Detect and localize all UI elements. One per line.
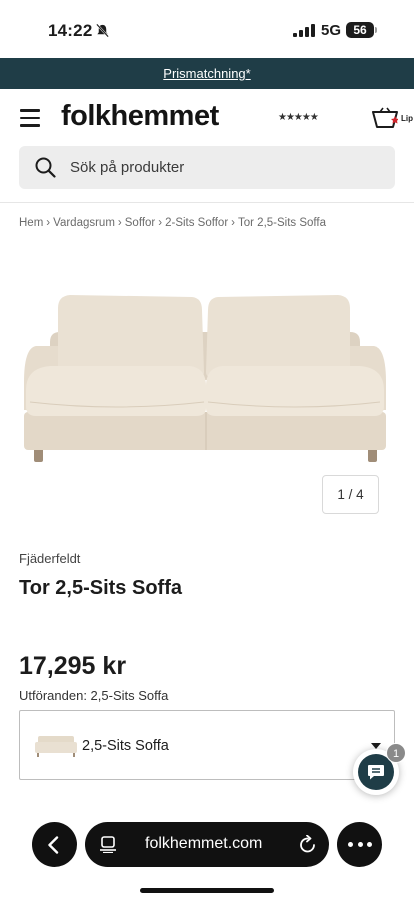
product-image[interactable] (20, 290, 390, 465)
ellipsis-icon (348, 842, 372, 848)
breadcrumb-home[interactable]: Hem (19, 217, 43, 229)
network-label: 5G (321, 22, 342, 39)
bell-muted-icon (96, 23, 109, 38)
chat-badge: 1 (386, 743, 406, 763)
variant-value: 2,5-Sits Soffa (82, 738, 169, 754)
product-brand[interactable]: Fjäderfeldt (19, 551, 80, 566)
battery-icon: 56 (346, 22, 374, 38)
product-price: 17,295 kr (19, 652, 127, 680)
tab-icon (100, 836, 116, 853)
variant-thumbnail (35, 736, 77, 757)
home-indicator (140, 888, 274, 893)
back-button[interactable] (32, 822, 77, 867)
breadcrumb-separator: › (158, 217, 163, 229)
site-logo[interactable]: folkhemmet (61, 100, 219, 133)
battery-cap (375, 27, 377, 33)
status-bar: 14:22 5G 56 (0, 0, 414, 58)
cart-icon[interactable] (372, 107, 398, 129)
breadcrumb-separator: › (46, 217, 51, 229)
variant-label: Utföranden: 2,5-Sits Soffa (19, 688, 169, 703)
breadcrumb-2-sits-soffor[interactable]: 2-Sits Soffor (165, 217, 228, 229)
chevron-left-icon (48, 836, 59, 854)
breadcrumb-separator: › (231, 217, 236, 229)
address-bar[interactable]: folkhemmet.com (85, 822, 329, 867)
search-input[interactable]: Sök på produkter (19, 146, 395, 189)
product-page: 14:22 5G 56 Prismatchning* folkhemmet ★★… (0, 0, 414, 900)
address-bar-url: folkhemmet.com (145, 835, 263, 852)
status-time: 14:22 (48, 21, 93, 40)
search-placeholder: Sök på produkter (70, 159, 185, 176)
search-icon (35, 157, 56, 178)
header-divider (0, 202, 414, 203)
cart-label: Lip (401, 114, 413, 123)
reload-icon[interactable] (299, 835, 317, 854)
breadcrumb-current[interactable]: Tor 2,5-Sits Soffa (238, 217, 326, 229)
gallery-pager[interactable]: 1 / 4 (322, 475, 379, 514)
browser-toolbar: folkhemmet.com (0, 816, 414, 876)
product-title: Tor 2,5-Sits Soffa (19, 577, 182, 599)
variant-select[interactable]: 2,5-Sits Soffa (19, 710, 395, 780)
promo-banner: Prismatchning* (0, 58, 414, 89)
site-header: folkhemmet ★★★★★ Lip (0, 89, 414, 147)
breadcrumb-vardagsrum[interactable]: Vardagsrum (53, 217, 115, 229)
chat-bubble-icon (368, 765, 384, 780)
more-options-button[interactable] (337, 822, 382, 867)
rating-stars: ★★★★★ (278, 112, 319, 123)
signal-icon (293, 24, 315, 37)
price-match-link[interactable]: Prismatchning* (163, 66, 250, 81)
breadcrumb-separator: › (117, 217, 122, 229)
breadcrumb: Hem › Vardagsrum › Soffor › 2-Sits Soffor › Tor … (19, 217, 326, 229)
hamburger-menu-icon[interactable] (20, 109, 40, 127)
breadcrumb-soffor[interactable]: Soffor (125, 217, 155, 229)
